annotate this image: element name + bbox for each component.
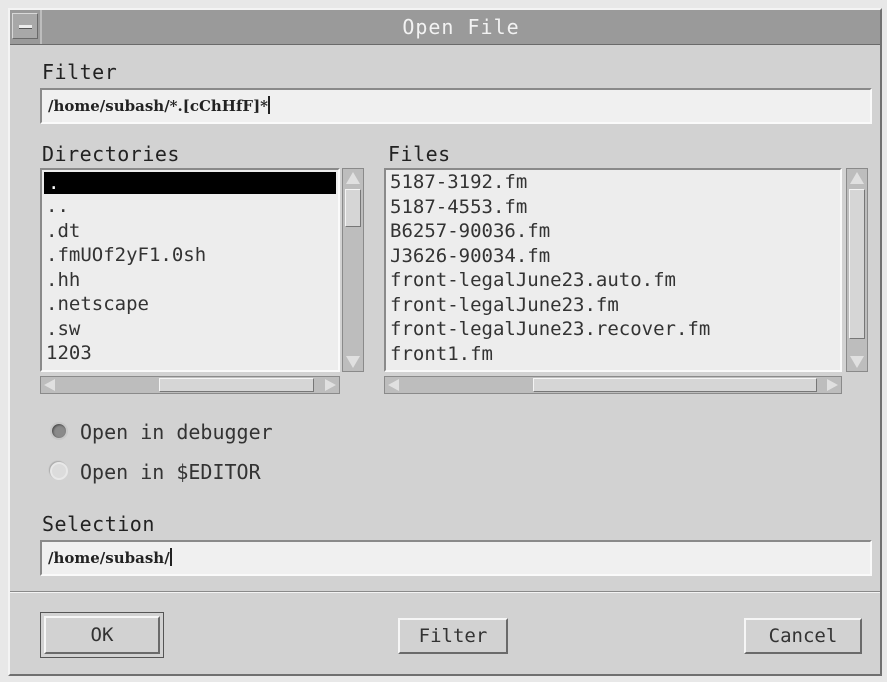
list-item[interactable]: front-legalJune23.fm [386, 293, 840, 318]
scrollbar-thumb[interactable] [345, 189, 361, 227]
list-item[interactable]: front-legalJune23.recover.fm [386, 317, 840, 342]
arrow-up-icon[interactable] [850, 172, 864, 184]
button-separator [10, 591, 880, 593]
scrollbar-thumb[interactable] [849, 189, 865, 339]
open-in-editor-radio[interactable]: Open in $EDITOR [50, 460, 261, 484]
scrollbar-thumb[interactable] [159, 378, 314, 392]
scrollbar-thumb[interactable] [533, 378, 817, 392]
radio-selected-icon [50, 422, 68, 440]
list-item[interactable]: . [44, 172, 336, 194]
arrow-left-icon[interactable] [44, 379, 55, 391]
arrow-up-icon[interactable] [346, 172, 360, 184]
list-item[interactable]: 5187-4553.fm [386, 195, 840, 220]
selection-value: /home/subash/ [48, 549, 170, 567]
selection-label: Selection [42, 512, 155, 536]
arrow-down-icon[interactable] [850, 356, 864, 368]
radio-unselected-icon [50, 462, 68, 480]
files-list[interactable]: 5187-3192.fm 5187-4553.fm B6257-90036.fm J3… [384, 168, 842, 372]
list-item[interactable]: .netscape [42, 292, 338, 317]
list-item[interactable]: .. [42, 194, 338, 219]
files-vertical-scrollbar[interactable] [846, 168, 868, 372]
list-item[interactable]: 5187-3192.fm [386, 170, 840, 195]
filter-input[interactable]: /home/subash/*.[cChHfF]* [40, 88, 872, 124]
list-item[interactable]: .sw [42, 317, 338, 342]
window-menu-icon[interactable] [12, 13, 38, 39]
list-item[interactable]: .hh [42, 268, 338, 293]
directories-horizontal-scrollbar[interactable] [40, 376, 340, 394]
open-in-debugger-label: Open in debugger [80, 420, 273, 444]
list-item[interactable]: front-legalJune23.auto.fm [386, 268, 840, 293]
text-cursor [169, 548, 172, 566]
filter-value: /home/subash/*.[cChHfF]* [48, 97, 269, 115]
arrow-right-icon[interactable] [325, 379, 336, 391]
directories-label: Directories [42, 142, 180, 166]
ok-button[interactable]: OK [40, 612, 164, 658]
directories-vertical-scrollbar[interactable] [342, 168, 364, 372]
arrow-down-icon[interactable] [346, 356, 360, 368]
open-file-dialog: Open File Filter /home/subash/*.[cChHfF]… [8, 8, 882, 676]
list-item[interactable]: B6257-90036.fm [386, 219, 840, 244]
list-item[interactable]: .fmUOf2yF1.0sh [42, 243, 338, 268]
open-in-editor-label: Open in $EDITOR [80, 460, 261, 484]
directories-list[interactable]: ... .dt .fmUOf2yF1.0sh .hh .netscape .sw 1203 [40, 168, 340, 372]
list-item[interactable]: J3626-90034.fm [386, 244, 840, 269]
list-item[interactable]: front1.fm [386, 342, 840, 367]
title-bar[interactable]: Open File [10, 10, 880, 45]
open-in-debugger-radio[interactable]: Open in debugger [50, 420, 273, 444]
text-cursor [268, 96, 271, 114]
cancel-button[interactable]: Cancel [744, 618, 862, 654]
selection-input[interactable]: /home/subash/ [40, 540, 872, 576]
list-item[interactable]: .dt [42, 219, 338, 244]
arrow-left-icon[interactable] [388, 379, 399, 391]
window-title: Open File [40, 10, 880, 44]
files-horizontal-scrollbar[interactable] [384, 376, 842, 394]
filter-button[interactable]: Filter [398, 618, 508, 654]
list-item[interactable]: 1203 [42, 341, 338, 366]
filter-label: Filter [42, 60, 118, 84]
arrow-right-icon[interactable] [827, 379, 838, 391]
files-label: Files [388, 142, 451, 166]
